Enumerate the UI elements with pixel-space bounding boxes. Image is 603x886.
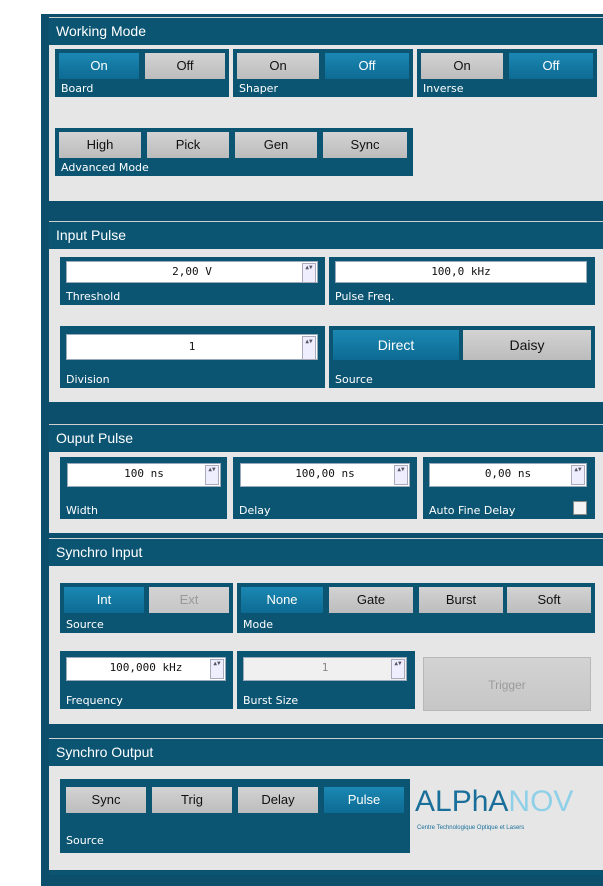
shaper-label: Shaper [239, 82, 278, 95]
burst-size-input[interactable]: 1 ▲▼ [243, 657, 407, 681]
section-title: Synchro Input [49, 539, 603, 566]
sync-output-source-label: Source [66, 834, 104, 847]
output-trig-button[interactable]: Trig [152, 787, 232, 813]
mode-burst-button[interactable]: Burst [419, 587, 503, 613]
output-delay-button[interactable]: Delay [238, 787, 318, 813]
delay-input[interactable]: 100,00 ns ▲▼ [240, 463, 410, 487]
advanced-sync-button[interactable]: Sync [323, 132, 407, 158]
board-on-button[interactable]: On [59, 53, 139, 79]
logo-nov: NOV [508, 785, 574, 818]
sync-mode-label: Mode [243, 618, 273, 631]
sync-output-source-group: Sync Trig Delay Pulse Source [60, 779, 410, 853]
source-daisy-button[interactable]: Daisy [463, 330, 591, 360]
board-off-button[interactable]: Off [145, 53, 225, 79]
board-group: On Off Board [55, 49, 229, 97]
division-group: 1 ▲▼ Division [60, 326, 325, 388]
output-pulse-panel: Ouput Pulse 100 ns ▲▼ Width 100,00 ns ▲▼… [49, 424, 603, 533]
sync-source-int-button[interactable]: Int [64, 587, 144, 613]
output-pulse-button[interactable]: Pulse [324, 787, 404, 813]
shaper-off-button[interactable]: Off [325, 53, 409, 79]
advanced-mode-group: High Pick Gen Sync Advanced Mode [55, 128, 413, 176]
shaper-group: On Off Shaper [233, 49, 413, 97]
inverse-group: On Off Inverse [417, 49, 597, 97]
inverse-label: Inverse [423, 82, 464, 95]
sync-source-group: Int Ext Source [60, 583, 233, 633]
section-title: Input Pulse [49, 222, 603, 249]
trigger-button[interactable]: Trigger [423, 657, 591, 711]
width-group: 100 ns ▲▼ Width [60, 457, 227, 519]
fine-delay-value: 0,00 ns [484, 467, 532, 480]
shaper-on-button[interactable]: On [237, 53, 319, 79]
fine-delay-group: 0,00 ns ▲▼ Auto Fine Delay [423, 457, 595, 519]
pulse-freq-display: 100,0 kHz [335, 261, 587, 283]
alphanov-logo: ALPhANOV [415, 785, 573, 819]
advanced-gen-button[interactable]: Gen [235, 132, 317, 158]
sync-mode-group: None Gate Burst Soft Mode [237, 583, 595, 633]
spinner-icon[interactable]: ▲▼ [391, 659, 405, 679]
delay-group: 100,00 ns ▲▼ Delay [233, 457, 417, 519]
logo-tagline: Centre Technologique Optique et Lasers [417, 825, 525, 831]
input-source-group: Direct Daisy Source [329, 326, 595, 388]
advanced-mode-label: Advanced Mode [61, 161, 149, 174]
width-label: Width [66, 504, 98, 517]
synchro-input-panel: Synchro Input Int Ext Source None Gate B… [49, 538, 603, 724]
section-title: Working Mode [49, 18, 603, 45]
threshold-group: 2,00 V ▲▼ Threshold [60, 257, 325, 305]
section-title: Ouput Pulse [49, 425, 603, 452]
frequency-group: 100,000 kHz ▲▼ Frequency [60, 651, 233, 709]
threshold-input[interactable]: 2,00 V ▲▼ [66, 261, 318, 283]
mode-gate-button[interactable]: Gate [329, 587, 413, 613]
frequency-input[interactable]: 100,000 kHz ▲▼ [66, 657, 226, 681]
spinner-icon[interactable]: ▲▼ [205, 465, 219, 485]
inverse-on-button[interactable]: On [421, 53, 503, 79]
mode-soft-button[interactable]: Soft [507, 587, 591, 613]
inverse-off-button[interactable]: Off [509, 53, 593, 79]
spinner-icon[interactable]: ▲▼ [394, 465, 408, 485]
division-value: 1 [188, 340, 196, 353]
section-title: Synchro Output [49, 739, 603, 766]
delay-value: 100,00 ns [295, 467, 355, 480]
advanced-high-button[interactable]: High [59, 132, 141, 158]
division-input[interactable]: 1 ▲▼ [66, 334, 318, 360]
input-source-label: Source [335, 373, 373, 386]
spinner-icon[interactable]: ▲▼ [302, 336, 316, 360]
division-label: Division [66, 373, 110, 386]
auto-fine-delay-label: Auto Fine Delay [429, 504, 516, 517]
threshold-label: Threshold [66, 290, 121, 303]
board-label: Board [61, 82, 94, 95]
mode-none-button[interactable]: None [241, 587, 323, 613]
output-sync-button[interactable]: Sync [66, 787, 146, 813]
input-pulse-panel: Input Pulse 2,00 V ▲▼ Threshold 100,0 kH… [49, 221, 603, 402]
pulse-freq-label: Pulse Freq. [335, 290, 395, 303]
threshold-value: 2,00 V [172, 265, 212, 278]
burst-size-group: 1 ▲▼ Burst Size [237, 651, 415, 709]
width-value: 100 ns [124, 467, 164, 480]
fine-delay-input[interactable]: 0,00 ns ▲▼ [429, 463, 587, 487]
spinner-icon[interactable]: ▲▼ [571, 465, 585, 485]
logo-alpha: ALPhA [415, 785, 509, 818]
burst-size-label: Burst Size [243, 694, 299, 707]
burst-size-value: 1 [321, 661, 329, 674]
spinner-icon[interactable]: ▲▼ [302, 263, 316, 283]
spinner-icon[interactable]: ▲▼ [210, 659, 224, 679]
frequency-value: 100,000 kHz [109, 661, 183, 674]
delay-label: Delay [239, 504, 271, 517]
source-direct-button[interactable]: Direct [333, 330, 459, 360]
pulse-freq-group: 100,0 kHz Pulse Freq. [329, 257, 595, 305]
frequency-label: Frequency [66, 694, 123, 707]
working-mode-panel: Working Mode On Off Board On Off Shaper … [49, 17, 603, 201]
sync-source-ext-button[interactable]: Ext [149, 587, 229, 613]
advanced-pick-button[interactable]: Pick [147, 132, 229, 158]
auto-fine-delay-checkbox[interactable] [573, 501, 587, 515]
bottom-divider [49, 871, 603, 875]
sync-source-label: Source [66, 618, 104, 631]
width-input[interactable]: 100 ns ▲▼ [67, 463, 221, 487]
